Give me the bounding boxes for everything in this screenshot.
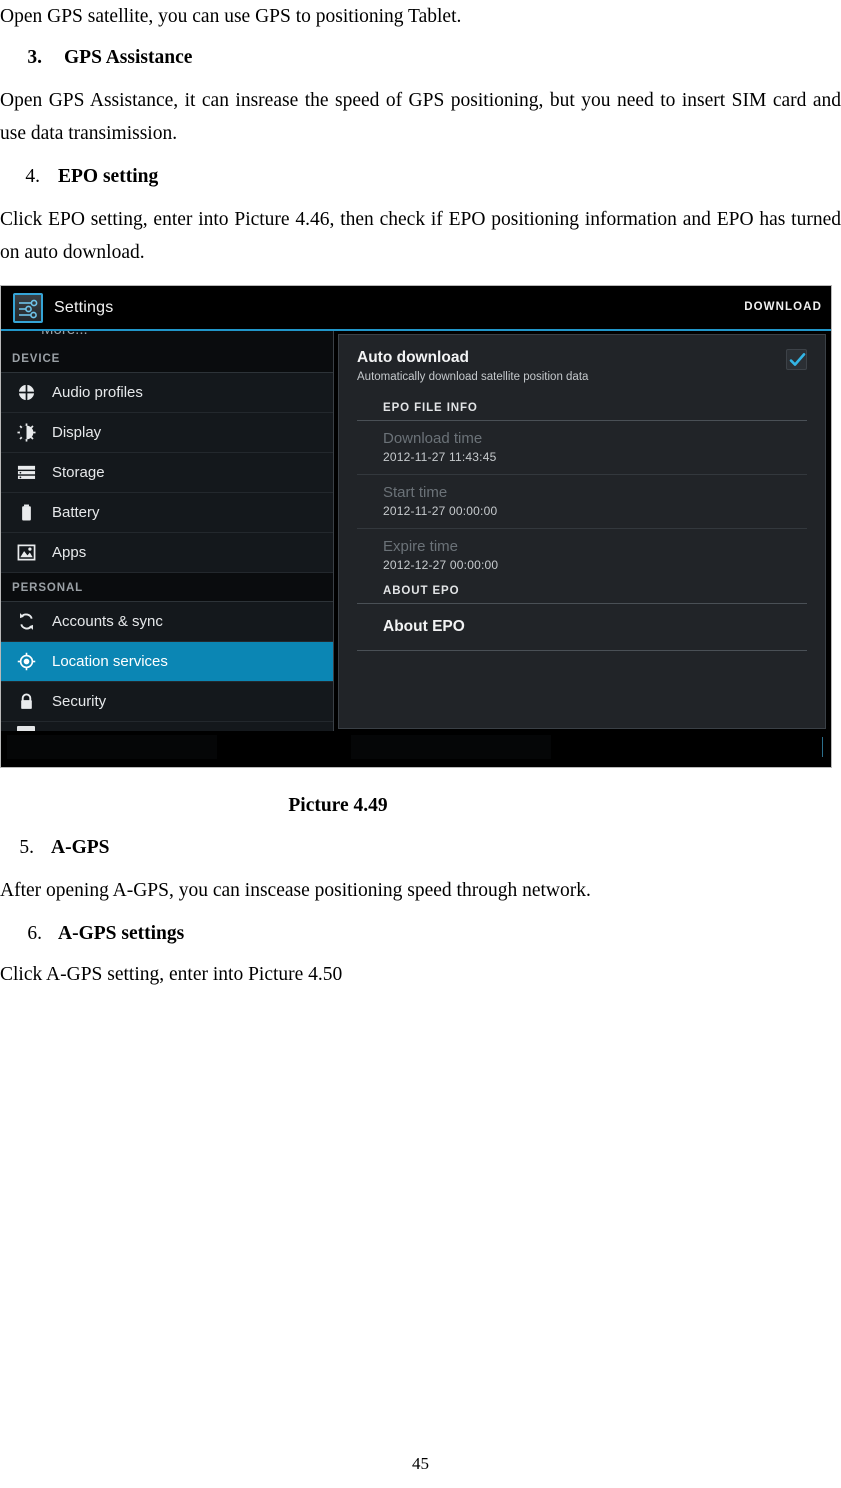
detail-key: Expire time: [383, 538, 459, 555]
android-settings-screenshot: Settings DOWNLOAD More... DEVICE Audio p…: [0, 285, 832, 768]
list-number-5: 5.: [19, 837, 34, 858]
section-header-about-epo: ABOUT EPO: [357, 582, 807, 604]
app-title: Settings: [54, 299, 114, 316]
detail-value: 2012-12-27 00:00:00: [383, 558, 499, 572]
location-crosshair-icon: [14, 650, 38, 674]
sidebar-item-battery[interactable]: Battery: [1, 493, 333, 533]
list-body-6: Click A-GPS setting, enter into Picture …: [0, 964, 343, 985]
list-body-5: After opening A-GPS, you can inscease po…: [0, 880, 591, 901]
audio-profiles-icon: [14, 381, 38, 405]
settings-sidebar[interactable]: More... DEVICE Audio profiles: [1, 331, 334, 732]
detail-key: Download time: [383, 430, 483, 447]
list-body-3: Open GPS Assistance, it can insrease the…: [0, 90, 841, 144]
detail-row-download-time: Download time 2012-11-27 11:43:45: [357, 421, 807, 475]
list-item-6: 6. A-GPS settings: [0, 917, 841, 950]
manual-page: Open GPS satellite, you can use GPS to p…: [0, 0, 841, 1488]
auto-download-row[interactable]: Auto download Automatically download sat…: [339, 335, 825, 399]
apps-image-icon: [14, 541, 38, 565]
sidebar-item-location-services[interactable]: Location services: [1, 642, 333, 682]
list-item-3: 3. GPS Assistance: [0, 41, 841, 74]
check-icon: [789, 353, 806, 366]
display-brightness-icon: [14, 421, 38, 445]
nav-seg-mid: [351, 735, 551, 759]
list-body-4: Click EPO setting, enter into Picture 4.…: [0, 209, 841, 263]
sidebar-item-more-label: More...: [41, 331, 88, 338]
sidebar-item-storage[interactable]: Storage: [1, 453, 333, 493]
sidebar-item-audio-profiles[interactable]: Audio profiles: [1, 373, 333, 413]
detail-row-expire-time: Expire time 2012-12-27 00:00:00: [357, 529, 807, 582]
document-body: Open GPS satellite, you can use GPS to p…: [0, 0, 841, 269]
auto-download-checkbox[interactable]: [786, 349, 807, 370]
sidebar-item-apps[interactable]: Apps: [1, 533, 333, 573]
list-title-3: GPS Assistance: [64, 47, 193, 68]
auto-download-subtitle: Automatically download satellite positio…: [357, 371, 589, 383]
sidebar-item-security[interactable]: Security: [1, 682, 333, 722]
settings-sliders-icon: [13, 293, 43, 323]
list-title-5: A-GPS: [51, 837, 110, 858]
about-epo-item[interactable]: About EPO: [357, 604, 807, 651]
nav-caret: [822, 737, 823, 757]
list-number-4: 4.: [25, 166, 40, 187]
nav-seg-left: [7, 735, 217, 759]
lock-icon: [14, 690, 38, 714]
list-title-6: A-GPS settings: [58, 923, 185, 944]
auto-download-title: Auto download: [357, 349, 469, 366]
sync-arrows-icon: [14, 610, 38, 634]
action-bar: Settings DOWNLOAD: [1, 286, 831, 331]
sidebar-item-label: Apps: [52, 544, 87, 561]
storage-stack-icon: [14, 461, 38, 485]
detail-row-start-time: Start time 2012-11-27 00:00:00: [357, 475, 807, 529]
section-header-epo-file-info: EPO FILE INFO: [357, 399, 807, 421]
sidebar-item-label: Audio profiles: [52, 384, 143, 401]
battery-icon: [14, 501, 38, 525]
download-button[interactable]: DOWNLOAD: [744, 301, 822, 313]
detail-key: Start time: [383, 484, 448, 501]
intro-paragraph: Open GPS satellite, you can use GPS to p…: [0, 6, 462, 27]
sidebar-item-label: Battery: [52, 504, 100, 521]
sidebar-item-accounts-sync[interactable]: Accounts & sync: [1, 602, 333, 642]
sidebar-group-header-personal: PERSONAL: [1, 573, 333, 602]
sidebar-item-label: Security: [52, 693, 107, 710]
sidebar-item-label: Location services: [52, 653, 168, 670]
detail-value: 2012-11-27 00:00:00: [383, 504, 498, 518]
list-number-3: 3.: [27, 47, 42, 68]
figure-caption: Picture 4.49: [288, 795, 388, 816]
below-figure: Picture 4.49 5. A-GPS After opening A-GP…: [0, 795, 841, 991]
sidebar-group-header-device: DEVICE: [1, 344, 333, 373]
sidebar-item-label: Accounts & sync: [52, 613, 163, 630]
sidebar-item-more[interactable]: More...: [1, 331, 333, 344]
page-number: 45: [412, 1454, 429, 1473]
epo-detail-panel: Auto download Automatically download sat…: [338, 334, 826, 729]
sidebar-item-label: Display: [52, 424, 102, 441]
sidebar-item-display[interactable]: Display: [1, 413, 333, 453]
detail-value: 2012-11-27 11:43:45: [383, 450, 497, 464]
list-item-4: 4. EPO setting: [0, 160, 841, 193]
sidebar-item-label: Storage: [52, 464, 105, 481]
list-item-5: 5. A-GPS: [0, 831, 841, 864]
list-number-6: 6.: [27, 923, 42, 944]
list-title-4: EPO setting: [58, 166, 159, 187]
system-navigation-bar[interactable]: [1, 731, 831, 767]
